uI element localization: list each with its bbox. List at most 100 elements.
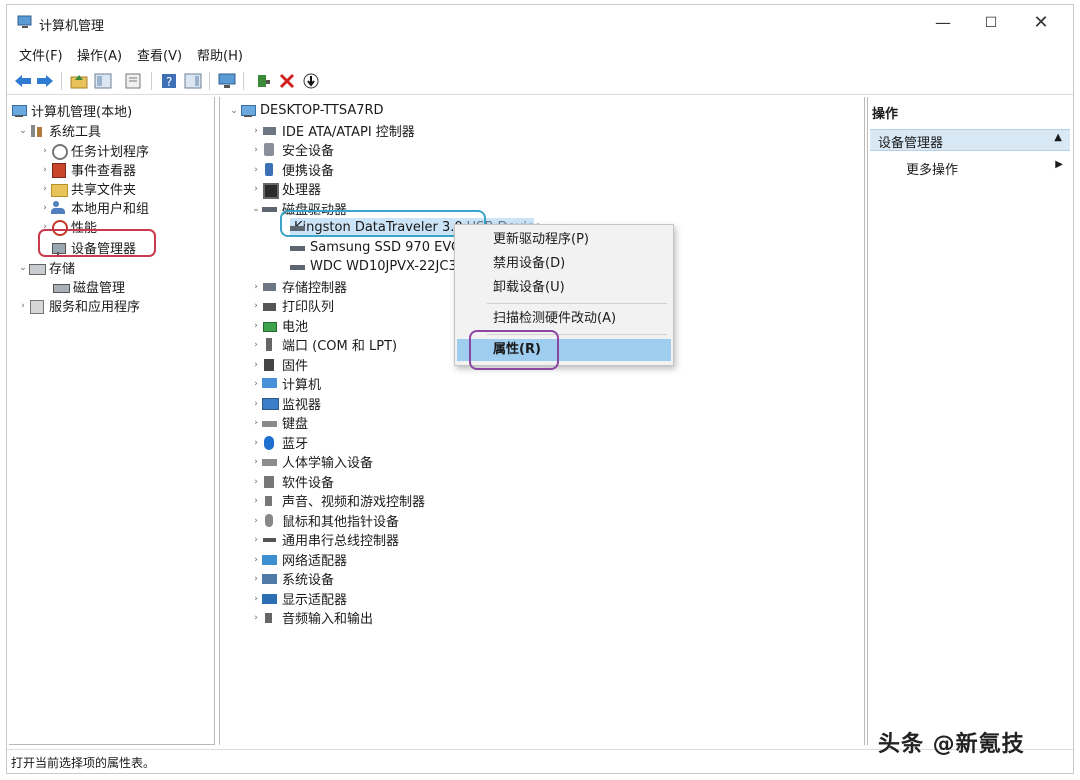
back-arrow-icon[interactable] xyxy=(13,71,33,91)
chevron-right-icon[interactable]: › xyxy=(39,203,51,213)
chevron-right-icon[interactable]: › xyxy=(250,516,262,526)
chevron-right-icon[interactable]: › xyxy=(250,477,262,487)
device-category-firmware[interactable]: › 固件 xyxy=(250,355,308,374)
device-category-network[interactable]: › 网络适配器 xyxy=(250,550,347,569)
show-hide-tree-icon[interactable] xyxy=(93,71,113,91)
uninstall-red-x-icon[interactable] xyxy=(277,71,297,91)
device-category-software[interactable]: › 软件设备 xyxy=(250,472,334,491)
chevron-right-icon[interactable]: › xyxy=(250,301,262,311)
tree-node-disk-management[interactable]: 磁盘管理 xyxy=(53,277,125,296)
tree-node-label: 键盘 xyxy=(282,417,309,432)
up-folder-icon[interactable] xyxy=(69,71,89,91)
window-title: 计算机管理 xyxy=(39,19,105,34)
chevron-right-icon[interactable]: › xyxy=(250,594,262,604)
tree-node-task-scheduler[interactable]: › 任务计划程序 xyxy=(39,141,149,160)
chevron-right-icon[interactable]: › xyxy=(250,360,262,370)
tree-node-services-applications[interactable]: › 服务和应用程序 xyxy=(17,296,140,315)
tree-node-storage[interactable]: ⌄ 存储 xyxy=(17,258,75,277)
device-samsung-ssd[interactable]: Samsung SSD 970 EVO 2 xyxy=(290,238,474,257)
chevron-down-icon[interactable]: ⌄ xyxy=(17,126,29,136)
device-wdc-hdd[interactable]: WDC WD10JPVX-22JC3T xyxy=(290,257,465,276)
device-category-monitor[interactable]: › 监视器 xyxy=(250,394,321,413)
more-actions-item[interactable]: 更多操作 xyxy=(906,159,958,178)
show-action-pane-icon[interactable] xyxy=(183,71,203,91)
forward-arrow-icon[interactable] xyxy=(35,71,55,91)
enable-device-down-arrow-icon[interactable] xyxy=(301,71,321,91)
device-category-ide[interactable]: › IDE ATA/ATAPI 控制器 xyxy=(250,121,415,140)
chevron-right-icon[interactable]: › xyxy=(250,184,262,194)
chevron-right-icon[interactable]: › xyxy=(250,165,262,175)
chevron-right-icon[interactable]: › xyxy=(250,613,262,623)
chevron-right-icon[interactable]: › xyxy=(250,126,262,136)
collapse-triangle-icon[interactable]: ▲ xyxy=(1054,132,1062,143)
device-category-audio-io[interactable]: › 音频输入和输出 xyxy=(250,608,373,627)
submenu-arrow-icon[interactable]: ▶ xyxy=(1055,159,1063,170)
tree-node-event-viewer[interactable]: › 事件查看器 xyxy=(39,160,136,179)
chevron-right-icon[interactable]: › xyxy=(250,438,262,448)
device-category-hid[interactable]: › 人体学输入设备 xyxy=(250,452,373,471)
chevron-right-icon[interactable]: › xyxy=(39,165,51,175)
minimize-button[interactable]: — xyxy=(923,11,963,35)
device-category-display[interactable]: › 显示适配器 xyxy=(250,589,347,608)
chevron-down-icon[interactable]: ⌄ xyxy=(228,106,240,116)
device-category-bluetooth[interactable]: › 蓝牙 xyxy=(250,433,308,452)
menu-file[interactable]: 文件(F) xyxy=(19,45,63,64)
chevron-right-icon[interactable]: › xyxy=(39,146,51,156)
tree-node-computer-management-local[interactable]: 计算机管理(本地) xyxy=(11,101,132,120)
scan-hardware-menu-item[interactable]: 扫描检测硬件改动(A) xyxy=(457,308,671,330)
device-category-security[interactable]: › 安全设备 xyxy=(250,140,334,159)
update-driver-menu-item[interactable]: 更新驱动程序(P) xyxy=(457,229,671,251)
maximize-button[interactable]: ☐ xyxy=(971,11,1011,35)
update-driver-icon[interactable] xyxy=(253,71,273,91)
device-category-storage-controllers[interactable]: › 存储控制器 xyxy=(250,277,347,296)
chevron-right-icon[interactable]: › xyxy=(250,574,262,584)
device-category-portable[interactable]: › 便携设备 xyxy=(250,160,334,179)
processor-icon xyxy=(262,182,279,199)
tree-node-shared-folders[interactable]: › 共享文件夹 xyxy=(39,179,136,198)
chevron-right-icon[interactable]: › xyxy=(17,301,29,311)
chevron-down-icon[interactable]: ⌄ xyxy=(17,263,29,273)
chevron-right-icon[interactable]: › xyxy=(250,282,262,292)
disable-device-menu-item[interactable]: 禁用设备(D) xyxy=(457,253,671,275)
properties-sheet-icon[interactable] xyxy=(123,71,143,91)
chevron-right-icon[interactable]: › xyxy=(250,340,262,350)
actions-section-label: 设备管理器 xyxy=(878,136,944,151)
device-category-battery[interactable]: › 电池 xyxy=(250,316,308,335)
chevron-right-icon[interactable]: › xyxy=(250,496,262,506)
toolbar-separator xyxy=(243,72,244,90)
device-category-computer[interactable]: › 计算机 xyxy=(250,374,321,393)
actions-section-device-manager[interactable]: 设备管理器 ▲ xyxy=(870,129,1070,151)
chevron-right-icon[interactable]: › xyxy=(250,379,262,389)
tree-node-label: 服务和应用程序 xyxy=(49,300,141,315)
chevron-right-icon[interactable]: › xyxy=(250,418,262,428)
chevron-down-icon[interactable]: ⌄ xyxy=(250,204,262,214)
help-icon[interactable]: ? xyxy=(159,71,179,91)
scan-hardware-icon[interactable] xyxy=(217,71,237,91)
chevron-right-icon[interactable]: › xyxy=(250,457,262,467)
menu-view[interactable]: 查看(V) xyxy=(137,45,182,64)
chevron-right-icon[interactable]: › xyxy=(250,399,262,409)
menu-help[interactable]: 帮助(H) xyxy=(197,45,243,64)
chevron-right-icon[interactable]: › xyxy=(39,184,51,194)
status-text: 打开当前选择项的属性表。 xyxy=(11,756,156,770)
tree-node-label: 电池 xyxy=(282,320,309,335)
close-button[interactable]: ✕ xyxy=(1021,11,1061,35)
tree-node-local-users-groups[interactable]: › 本地用户和组 xyxy=(39,198,149,217)
device-category-ports[interactable]: › 端口 (COM 和 LPT) xyxy=(250,335,397,354)
actions-pane-title: 操作 xyxy=(872,107,899,122)
tree-node-system-tools[interactable]: ⌄ 系统工具 xyxy=(17,121,101,140)
device-category-usb[interactable]: › 通用串行总线控制器 xyxy=(250,530,399,549)
device-category-print-queue[interactable]: › 打印队列 xyxy=(250,296,334,315)
chevron-right-icon[interactable]: › xyxy=(250,555,262,565)
device-category-keyboard[interactable]: › 键盘 xyxy=(250,413,308,432)
device-tree-root[interactable]: ⌄ DESKTOP-TTSA7RD xyxy=(228,101,383,120)
device-category-mouse[interactable]: › 鼠标和其他指针设备 xyxy=(250,511,399,530)
device-category-system[interactable]: › 系统设备 xyxy=(250,569,334,588)
uninstall-device-menu-item[interactable]: 卸载设备(U) xyxy=(457,277,671,299)
menu-action[interactable]: 操作(A) xyxy=(77,45,122,64)
device-category-sound[interactable]: › 声音、视频和游戏控制器 xyxy=(250,491,425,510)
device-category-processor[interactable]: › 处理器 xyxy=(250,179,321,199)
chevron-right-icon[interactable]: › xyxy=(250,145,262,155)
chevron-right-icon[interactable]: › xyxy=(250,321,262,331)
chevron-right-icon[interactable]: › xyxy=(250,535,262,545)
